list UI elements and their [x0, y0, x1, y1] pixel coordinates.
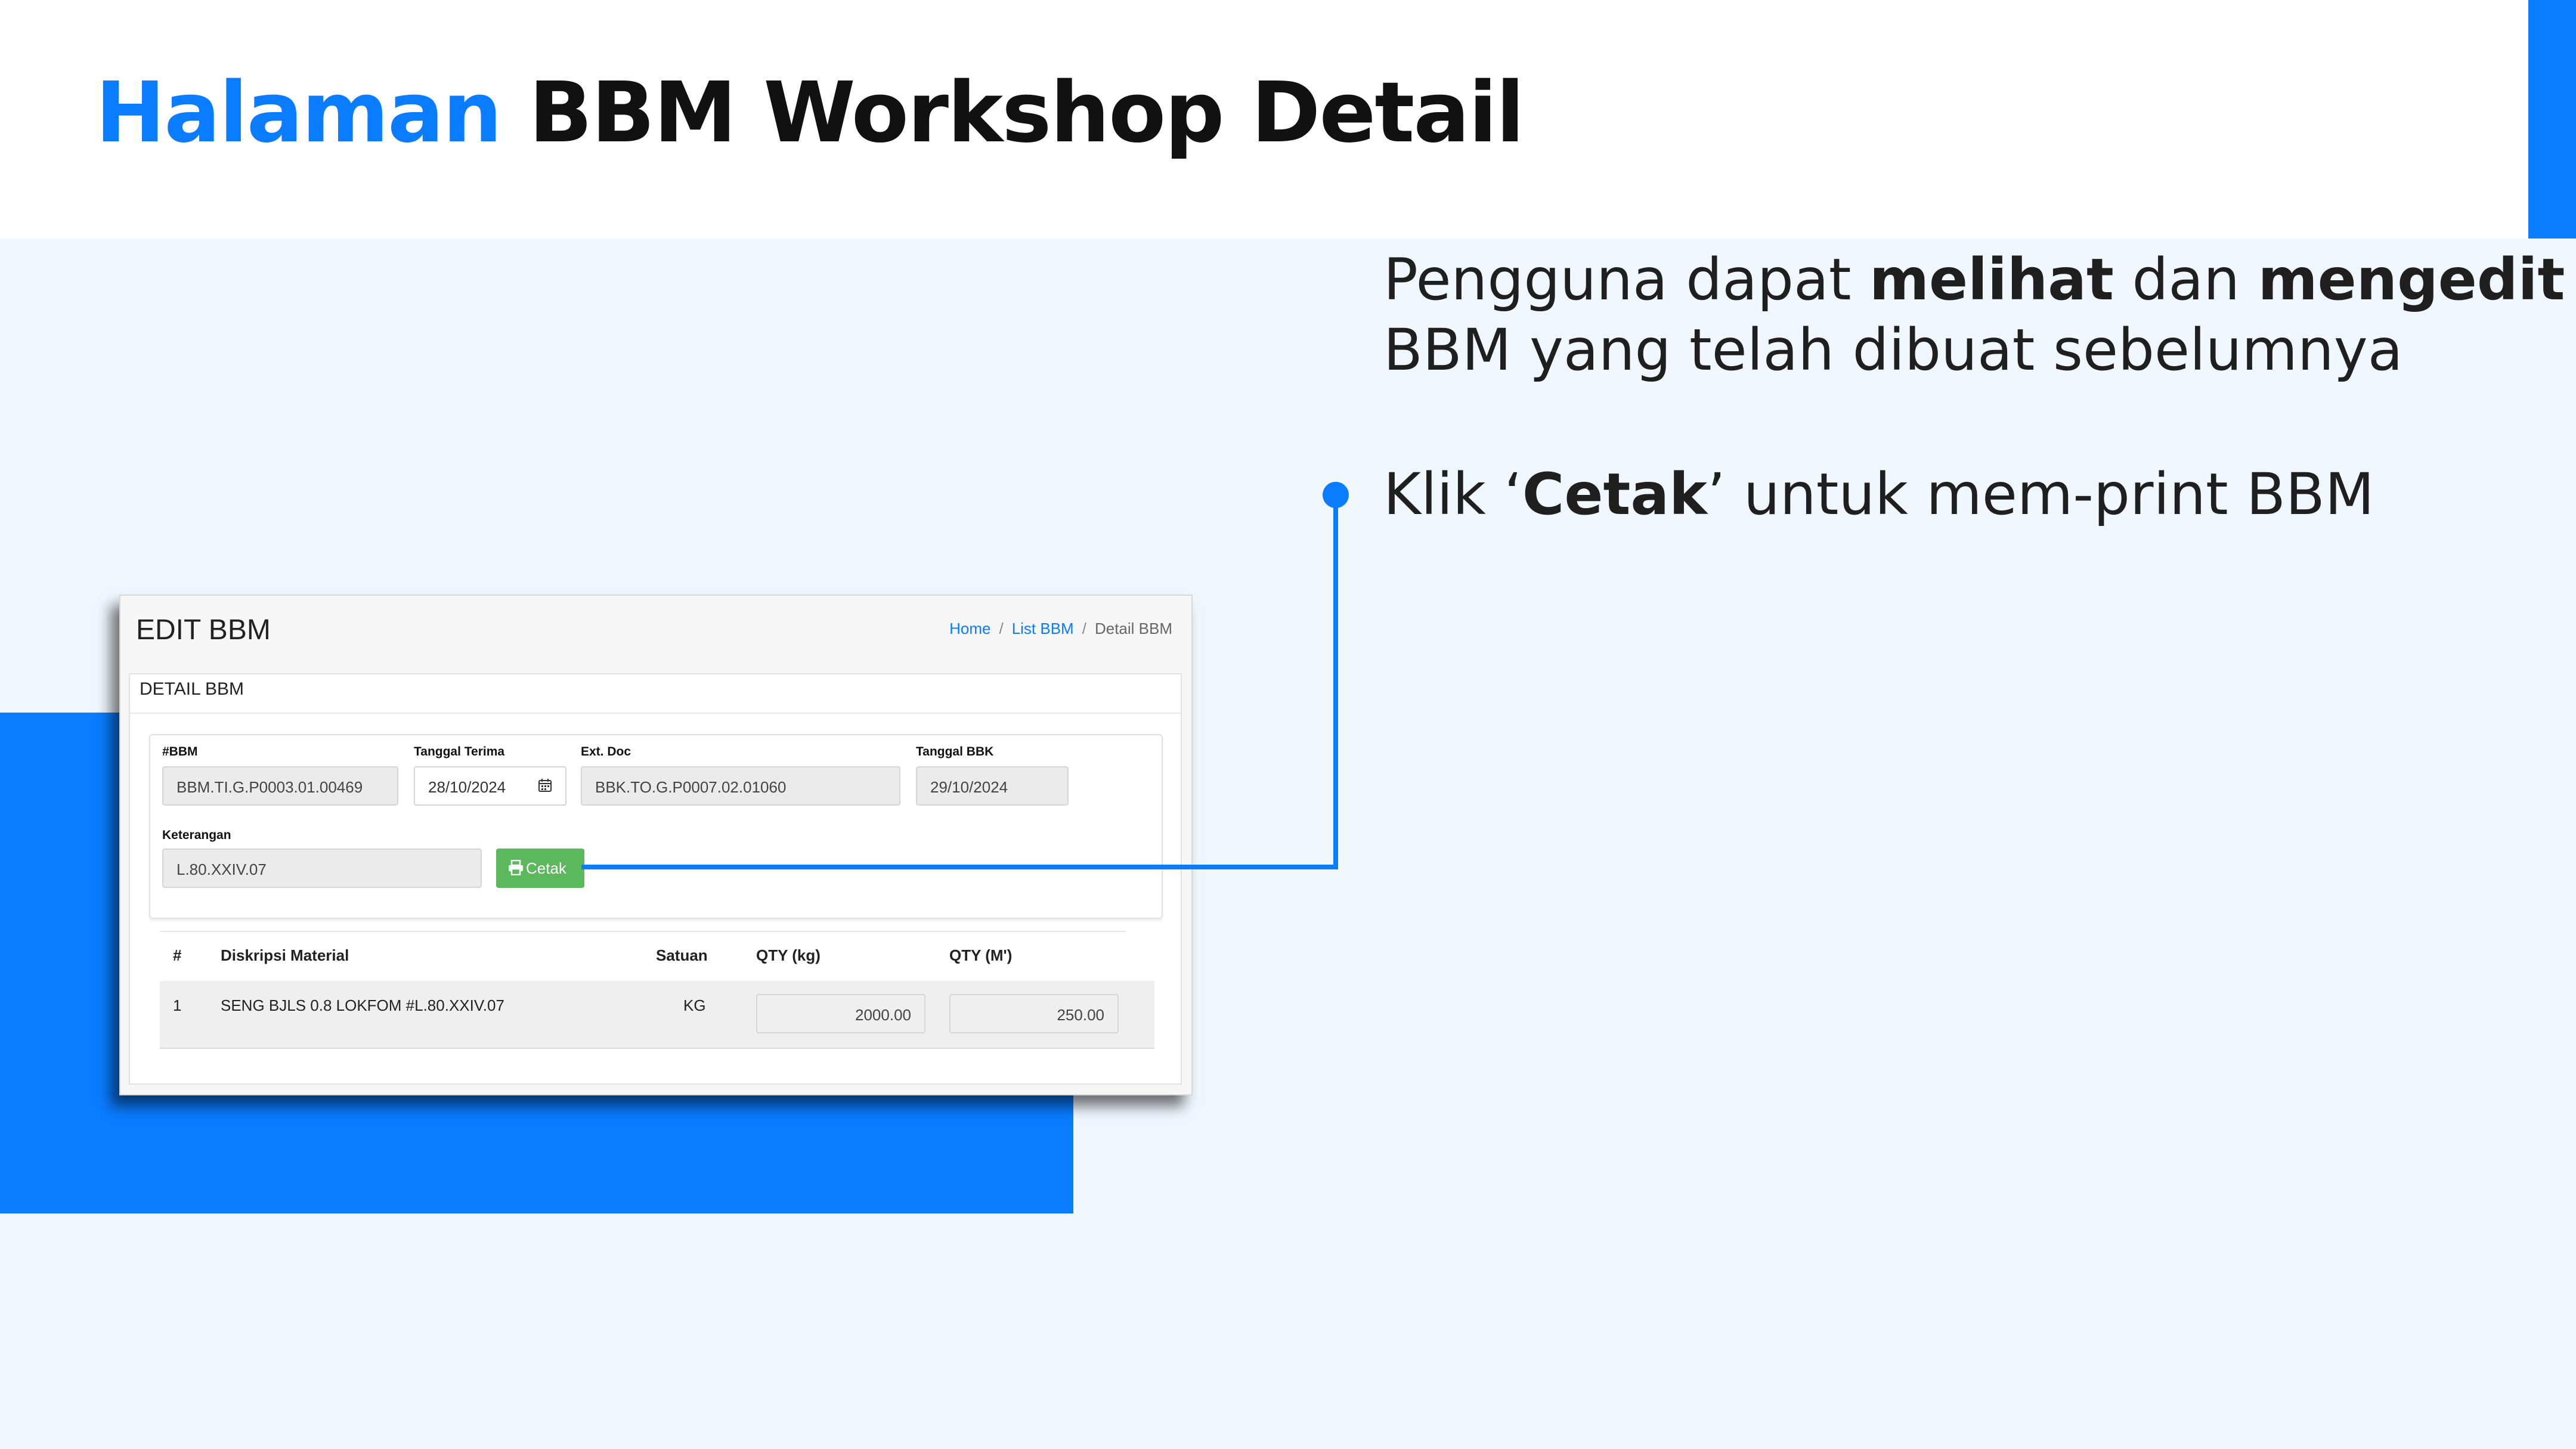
callout-line-horizontal	[581, 865, 1338, 869]
table-row: 1 SENG BJLS 0.8 LOKFOM #L.80.XXIV.07 KG …	[160, 981, 1154, 1049]
bullet-bold-cetak: Cetak	[1522, 461, 1707, 528]
corner-accent-bar	[2528, 0, 2576, 239]
tanggal-terima-field[interactable]: 28/10/2024	[414, 766, 566, 806]
slide-description: Pengguna dapat melihat dan mengedit BBM y…	[1383, 244, 2565, 385]
page-title: EDIT BBM	[136, 614, 271, 646]
bullet-instruction: Klik ‘Cetak’ untuk mem-print BBM	[1383, 459, 2374, 530]
slide-title: Halaman BBM Workshop Detail	[95, 60, 1525, 167]
detail-panel: DETAIL BBM #BBM BBM.TI.G.P0003.01.00469 …	[129, 673, 1182, 1085]
desc-text: dan	[2113, 246, 2258, 313]
callout-line-vertical	[1333, 495, 1338, 869]
bullet-text: Klik ‘	[1383, 461, 1522, 528]
keterangan-field[interactable]: L.80.XXIV.07	[162, 849, 482, 888]
tanggal-bbk-field[interactable]: 29/10/2024	[916, 766, 1069, 806]
bbm-form: #BBM BBM.TI.G.P0003.01.00469 Tanggal Ter…	[149, 734, 1163, 919]
breadcrumb-separator: /	[1082, 620, 1086, 637]
col-header-satuan: Satuan	[656, 946, 708, 964]
row-number: 1	[173, 996, 182, 1014]
calendar-icon[interactable]	[538, 778, 552, 792]
row-satuan: KG	[683, 996, 706, 1014]
cetak-label: Cetak	[526, 859, 566, 877]
slide-header: Halaman BBM Workshop Detail	[0, 0, 2576, 239]
slide-title-rest: BBM Workshop Detail	[501, 64, 1525, 162]
qty-kg-input[interactable]: 2000.00	[756, 994, 925, 1033]
desc-line-2: BBM yang telah dibuat sebelumnya	[1383, 317, 2403, 383]
table-divider	[160, 931, 1126, 932]
breadcrumb-list-bbm[interactable]: List BBM	[1012, 620, 1074, 637]
ext-doc-field[interactable]: BBK.TO.G.P0007.02.01060	[581, 766, 900, 806]
slide-title-accent: Halaman	[95, 64, 502, 162]
breadcrumb-separator: /	[999, 620, 1004, 637]
ext-doc-label: Ext. Doc	[581, 745, 631, 758]
panel-title: DETAIL BBM	[130, 674, 1181, 714]
keterangan-label: Keterangan	[162, 828, 231, 842]
breadcrumb-home[interactable]: Home	[949, 620, 990, 637]
breadcrumb-current: Detail BBM	[1094, 620, 1172, 637]
col-header-material: Diskripsi Material	[221, 946, 349, 964]
col-header-qty-m: QTY (M')	[949, 946, 1013, 964]
printer-icon	[509, 860, 523, 875]
cetak-button[interactable]: Cetak	[496, 849, 584, 888]
row-material: SENG BJLS 0.8 LOKFOM #L.80.XXIV.07	[221, 996, 504, 1014]
col-header-no: #	[173, 946, 182, 964]
desc-bold-view: melihat	[1869, 246, 2114, 313]
qty-m-input[interactable]: 250.00	[949, 994, 1119, 1033]
bullet-text: ’ untuk mem-print BBM	[1707, 461, 2374, 528]
app-screenshot: EDIT BBM Home / List BBM / Detail BBM DETAIL…	[119, 595, 1193, 1095]
bbm-number-field[interactable]: BBM.TI.G.P0003.01.00469	[162, 766, 398, 806]
desc-bold-edit: mengedit	[2258, 246, 2565, 313]
bbm-number-label: #BBM	[162, 745, 198, 758]
tanggal-bbk-label: Tanggal BBK	[916, 745, 994, 758]
tanggal-terima-value: 28/10/2024	[428, 778, 506, 796]
col-header-qty-kg: QTY (kg)	[756, 946, 821, 964]
breadcrumb: Home / List BBM / Detail BBM	[949, 620, 1172, 638]
desc-text: Pengguna dapat	[1383, 246, 1869, 313]
tanggal-terima-label: Tanggal Terima	[414, 745, 505, 758]
